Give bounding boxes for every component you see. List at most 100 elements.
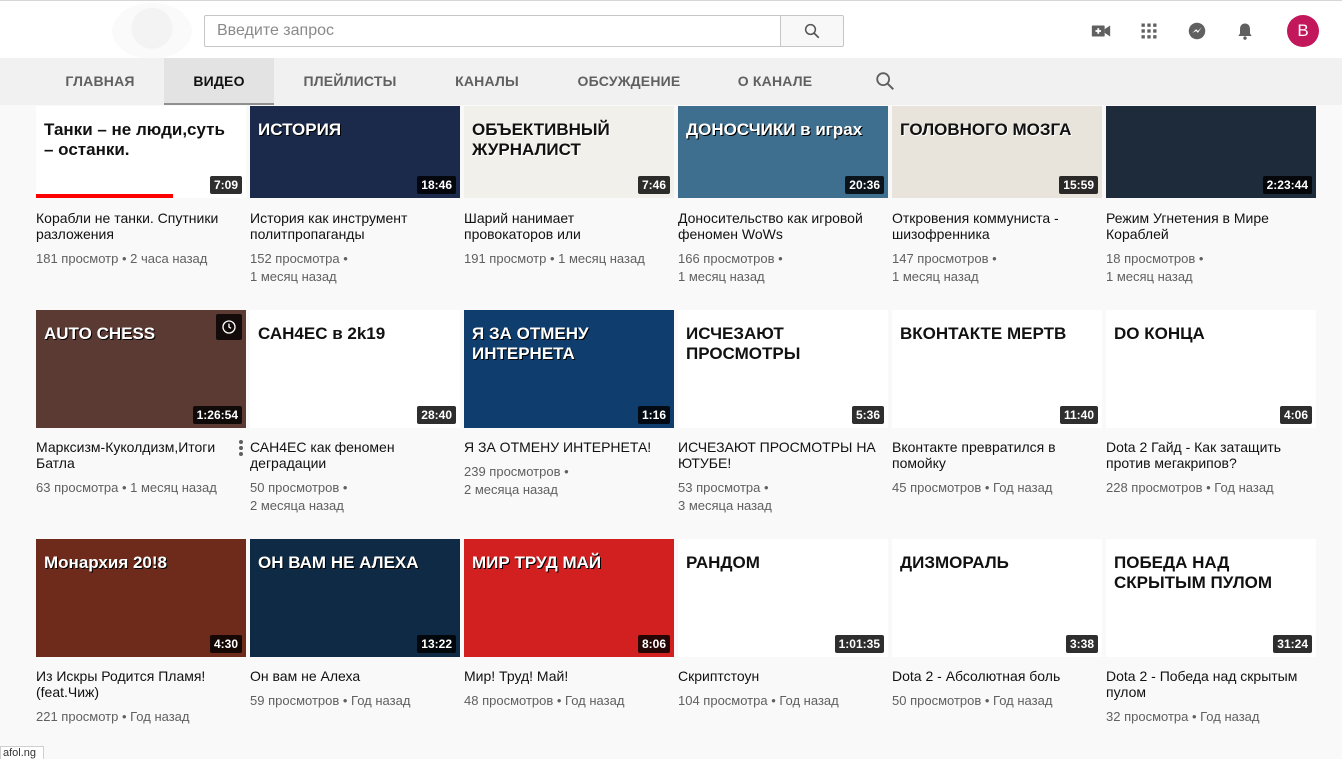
- video-title[interactable]: Марксизм-Куколдизм,Итоги Батла: [36, 439, 236, 471]
- video-upload-date: 2 месяца назад: [464, 482, 558, 497]
- video-duration: 4:30: [209, 635, 242, 653]
- video-views-and-date: 228 просмотров • Год назад: [1106, 480, 1274, 495]
- video-thumbnail[interactable]: ВКОНТАКТЕ МЕРТВ 11:40: [892, 310, 1102, 428]
- messages-icon[interactable]: [1185, 19, 1209, 43]
- video-views-and-date: 48 просмотров • Год назад: [464, 693, 625, 708]
- video-title[interactable]: История как инструмент политпропаганды: [250, 210, 450, 242]
- video-thumbnail[interactable]: ДИЗМОРАЛЬ 3:38: [892, 539, 1102, 657]
- video-thumbnail[interactable]: 2:23:44: [1106, 106, 1316, 198]
- video-title[interactable]: ИСЧЕЗАЮТ ПРОСМОТРЫ НА ЮТУБЕ!: [678, 439, 878, 471]
- video-title[interactable]: Режим Угнетения в Мире Кораблей: [1106, 210, 1306, 242]
- thumbnail-caption: ГОЛОВНОГО МОЗГА: [900, 120, 1072, 139]
- video-thumbnail[interactable]: ИСТОРИЯ 18:46: [250, 106, 460, 198]
- video-title[interactable]: Корабли не танки. Спутники разложения: [36, 210, 236, 242]
- video-upload-date: 1 месяц назад: [892, 269, 979, 284]
- video-duration: 2:23:44: [1262, 176, 1312, 194]
- video-title[interactable]: Вконтакте превратился в помойку: [892, 439, 1092, 471]
- video-duration: 31:24: [1273, 635, 1312, 653]
- video-title[interactable]: Он вам не Алеха: [250, 668, 450, 684]
- video-thumbnail[interactable]: ИСЧЕЗАЮТ ПРОСМОТРЫ 5:36: [678, 310, 888, 428]
- video-title[interactable]: Dota 2 - Победа над скрытым пулом: [1106, 668, 1306, 700]
- video-title[interactable]: Шарий нанимает провокаторов или: [464, 210, 664, 242]
- video-thumbnail[interactable]: ОБЪЕКТИВНЫЙ ЖУРНАЛИСТ 7:46: [464, 106, 674, 198]
- tab-discussion[interactable]: ОБСУЖДЕНИЕ: [548, 58, 710, 105]
- thumbnail-caption: Монархия 20!8: [44, 553, 168, 572]
- video-views-and-date: 50 просмотров • Год назад: [892, 693, 1053, 708]
- video-duration: 8:06: [637, 635, 670, 653]
- video-title[interactable]: САН4ЕС как феномен деградации: [250, 439, 450, 471]
- tab-about[interactable]: О КАНАЛЕ: [710, 58, 840, 105]
- more-actions-icon[interactable]: [238, 439, 246, 457]
- video-title[interactable]: Скриптстоун: [678, 668, 878, 684]
- video-thumbnail[interactable]: DO КОНЦА 4:06: [1106, 310, 1316, 428]
- video-title[interactable]: Доносительство как игровой феномен WoWs: [678, 210, 878, 242]
- channel-tabs: ГЛАВНАЯ ВИДЕО ПЛЕЙЛИСТЫ КАНАЛЫ ОБСУЖДЕНИ…: [0, 58, 1342, 105]
- create-video-icon[interactable]: [1089, 19, 1113, 43]
- channel-search-icon[interactable]: [874, 70, 896, 92]
- tab-channels[interactable]: КАНАЛЫ: [426, 58, 548, 105]
- video-thumbnail[interactable]: РАНДОМ 1:01:35: [678, 539, 888, 657]
- thumbnail-caption: ДИЗМОРАЛЬ: [900, 553, 1009, 572]
- video-thumbnail[interactable]: ДОНОСЧИКИ в играх 20:36: [678, 106, 888, 198]
- tab-home[interactable]: ГЛАВНАЯ: [36, 58, 164, 105]
- video-title[interactable]: Я ЗА ОТМЕНУ ИНТЕРНЕТА!: [464, 439, 664, 455]
- video-views-and-date: 53 просмотра •: [678, 480, 769, 495]
- thumbnail-caption: РАНДОМ: [686, 553, 760, 572]
- status-bar-link: afol.ng: [0, 746, 44, 759]
- video-upload-date: 1 месяц назад: [1106, 269, 1193, 284]
- watch-later-clock-icon[interactable]: [216, 314, 242, 340]
- video-duration: 11:40: [1059, 406, 1098, 424]
- video-duration: 1:01:35: [834, 635, 884, 653]
- thumbnail-caption: ПОБЕДА НАД СКРЫТЫМ ПУЛОМ: [1114, 553, 1273, 592]
- thumbnail-caption: ДОНОСЧИКИ в играх: [686, 120, 863, 139]
- thumbnail-caption: DO КОНЦА: [1114, 324, 1205, 343]
- video-upload-date: 1 месяц назад: [678, 269, 765, 284]
- channel-logo-ghost: [112, 3, 192, 59]
- video-title[interactable]: Мир! Труд! Май!: [464, 668, 664, 684]
- video-thumbnail[interactable]: САН4ЕС в 2k19 28:40: [250, 310, 460, 428]
- tab-playlists[interactable]: ПЛЕЙЛИСТЫ: [274, 58, 426, 105]
- video-title[interactable]: Dota 2 - Абсолютная боль: [892, 668, 1092, 684]
- video-views-and-date: 32 просмотра • Год назад: [1106, 709, 1260, 724]
- video-thumbnail[interactable]: Танки – не люди,суть – останки. 7:09: [36, 106, 246, 198]
- video-views-and-date: 18 просмотров •: [1106, 251, 1204, 266]
- video-grid: Танки – не люди,суть – останки. 7:09 Кораб…: [0, 0, 1342, 759]
- video-title[interactable]: Из Искры Родится Пламя! (feat.Чиж): [36, 668, 236, 700]
- video-thumbnail[interactable]: AUTO CHESS 1:26:54: [36, 310, 246, 428]
- video-views-and-date: 181 просмотр • 2 часа назад: [36, 251, 208, 266]
- video-thumbnail[interactable]: ГОЛОВНОГО МОЗГА 15:59: [892, 106, 1102, 198]
- thumbnail-caption: МИР ТРУД МАЙ: [472, 553, 602, 572]
- video-views-and-date: 104 просмотра • Год назад: [678, 693, 839, 708]
- thumbnail-caption: САН4ЕС в 2k19: [258, 324, 386, 343]
- apps-grid-icon[interactable]: [1137, 19, 1161, 43]
- notifications-bell-icon[interactable]: [1233, 19, 1257, 43]
- thumbnail-caption: Танки – не люди,суть – останки.: [44, 120, 225, 159]
- user-avatar[interactable]: B: [1287, 15, 1319, 47]
- video-duration: 15:59: [1059, 176, 1098, 194]
- watch-progress-bar: [36, 194, 173, 198]
- video-thumbnail[interactable]: Монархия 20!8 4:30: [36, 539, 246, 657]
- video-views-and-date: 50 просмотров •: [250, 480, 348, 495]
- video-duration: 7:46: [637, 176, 670, 194]
- video-title[interactable]: Dota 2 Гайд - Как затащить против мегакр…: [1106, 439, 1306, 471]
- video-duration: 1:26:54: [192, 406, 242, 424]
- video-thumbnail[interactable]: ОН ВАМ НЕ АЛЕХА 13:22: [250, 539, 460, 657]
- video-duration: 13:22: [417, 635, 456, 653]
- youtube-channel-page: Танки – не люди,суть – останки. 7:09 Кораб…: [0, 0, 1342, 759]
- video-duration: 20:36: [845, 176, 884, 194]
- video-duration: 4:06: [1279, 406, 1312, 424]
- video-views-and-date: 239 просмотров •: [464, 464, 569, 479]
- video-thumbnail[interactable]: ПОБЕДА НАД СКРЫТЫМ ПУЛОМ 31:24: [1106, 539, 1316, 657]
- video-thumbnail[interactable]: МИР ТРУД МАЙ 8:06: [464, 539, 674, 657]
- video-thumbnail[interactable]: Я ЗА ОТМЕНУ ИНТЕРНЕТА 1:16: [464, 310, 674, 428]
- video-views-and-date: 63 просмотра • 1 месяц назад: [36, 480, 217, 495]
- video-duration: 28:40: [417, 406, 456, 424]
- video-duration: 1:16: [637, 406, 670, 424]
- tab-videos[interactable]: ВИДЕО: [164, 58, 274, 105]
- search-input[interactable]: [204, 15, 780, 47]
- video-upload-date: 3 месяца назад: [678, 498, 772, 513]
- video-duration: 7:09: [209, 176, 242, 194]
- video-title[interactable]: Откровения коммуниста - шизофренника: [892, 210, 1092, 242]
- video-views-and-date: 152 просмотра •: [250, 251, 348, 266]
- search-button[interactable]: [780, 15, 844, 47]
